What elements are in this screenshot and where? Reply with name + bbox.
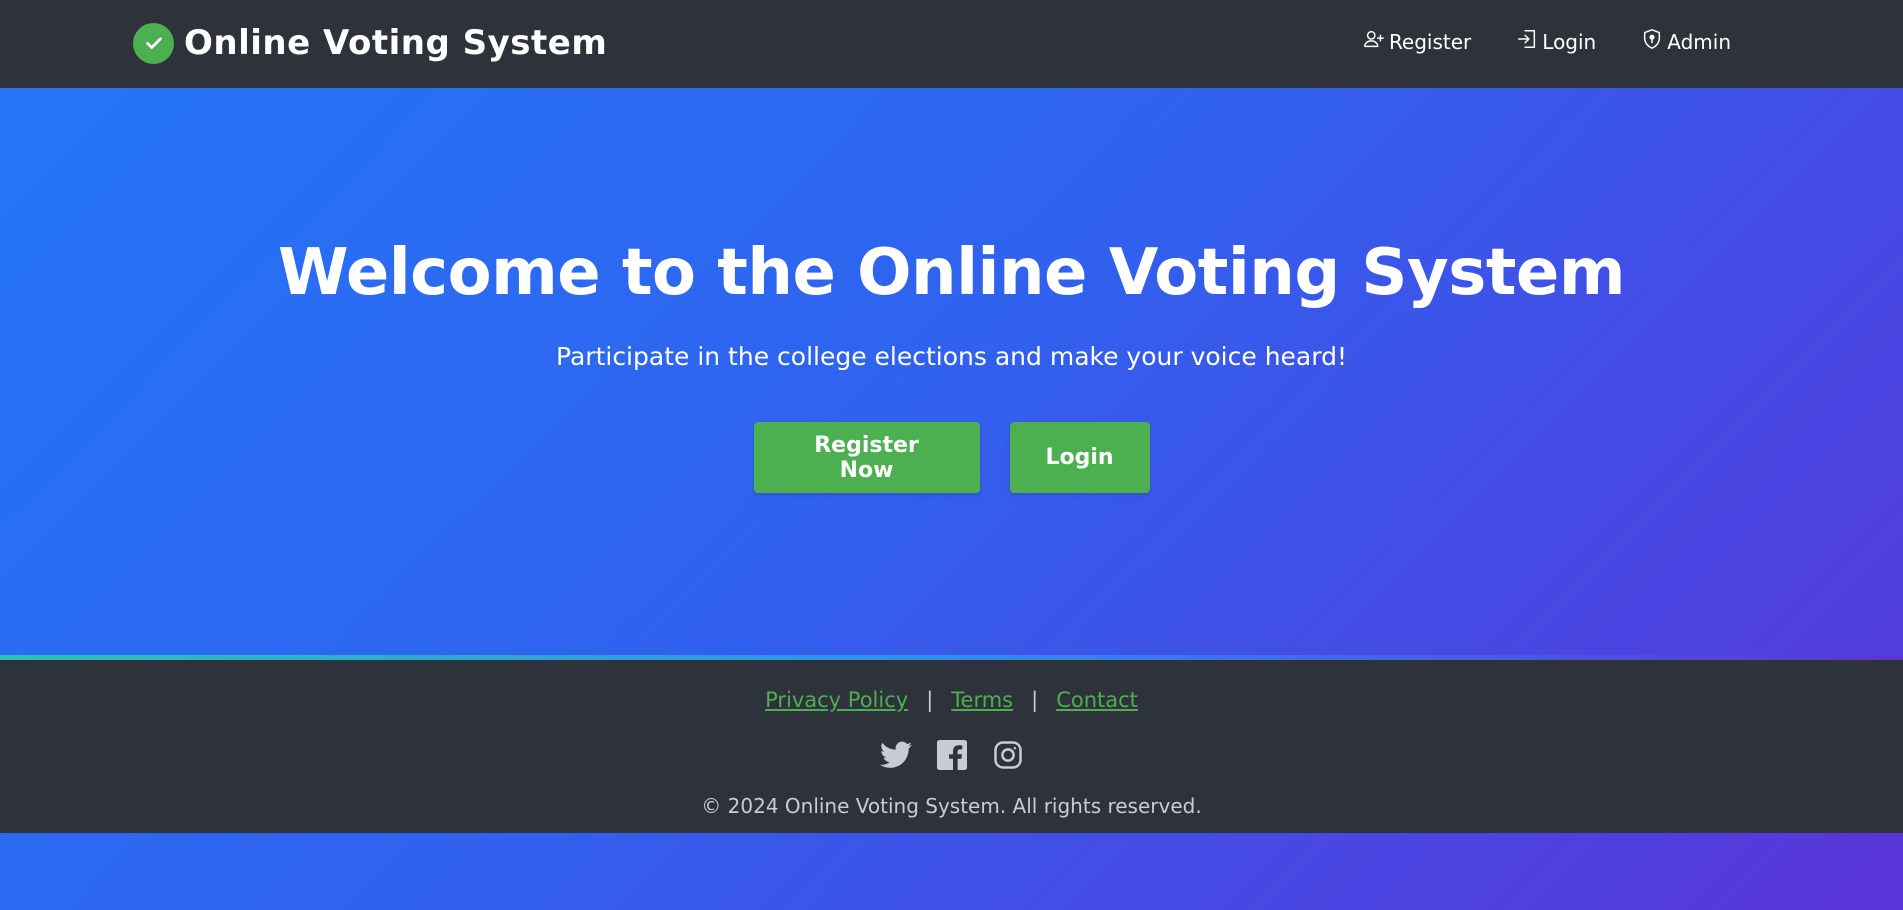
login-button[interactable]: Login (1009, 422, 1150, 493)
social-links (0, 738, 1903, 772)
shield-icon (1641, 28, 1667, 55)
instagram-icon[interactable] (991, 738, 1025, 772)
facebook-icon[interactable] (935, 738, 969, 772)
user-plus-icon (1363, 28, 1389, 55)
brand-title: Online Voting System (184, 23, 608, 63)
register-now-button[interactable]: Register Now (753, 422, 980, 493)
copyright-text: © 2024 Online Voting System. All rights … (701, 794, 1202, 818)
terms-link[interactable]: Terms (951, 688, 1013, 712)
hero-subtitle: Participate in the college elections and… (556, 342, 1347, 371)
nav-admin-label: Admin (1667, 29, 1731, 54)
hero-title: Welcome to the Online Voting System (278, 236, 1626, 310)
footer-separator: | (1031, 688, 1039, 712)
nav-login-link[interactable]: Login (1516, 28, 1596, 55)
nav-register-label: Register (1388, 29, 1472, 54)
hero-section: Welcome to the Online Voting System Part… (0, 88, 1903, 655)
footer-accent-bar (0, 655, 1903, 660)
twitter-icon[interactable] (879, 738, 913, 772)
nav-admin-link[interactable]: Admin (1641, 28, 1731, 55)
nav-links: Register Login Admin (1318, 28, 1731, 55)
nav-login-label: Login (1542, 29, 1597, 54)
footer-links: Privacy Policy | Terms | Contact (0, 688, 1903, 712)
contact-link[interactable]: Contact (1056, 688, 1138, 712)
navbar: Online Voting System Register Login Admi… (0, 0, 1903, 88)
brand[interactable]: Online Voting System (133, 22, 607, 64)
sign-in-icon (1516, 28, 1542, 55)
check-circle-icon (133, 22, 174, 64)
privacy-policy-link[interactable]: Privacy Policy (765, 688, 908, 712)
footer-separator: | (926, 688, 934, 712)
hero-buttons: Register Now Login (0, 422, 1903, 493)
nav-register-link[interactable]: Register (1363, 28, 1471, 55)
footer: Privacy Policy | Terms | Contact © 2024 Onli… (0, 655, 1903, 833)
